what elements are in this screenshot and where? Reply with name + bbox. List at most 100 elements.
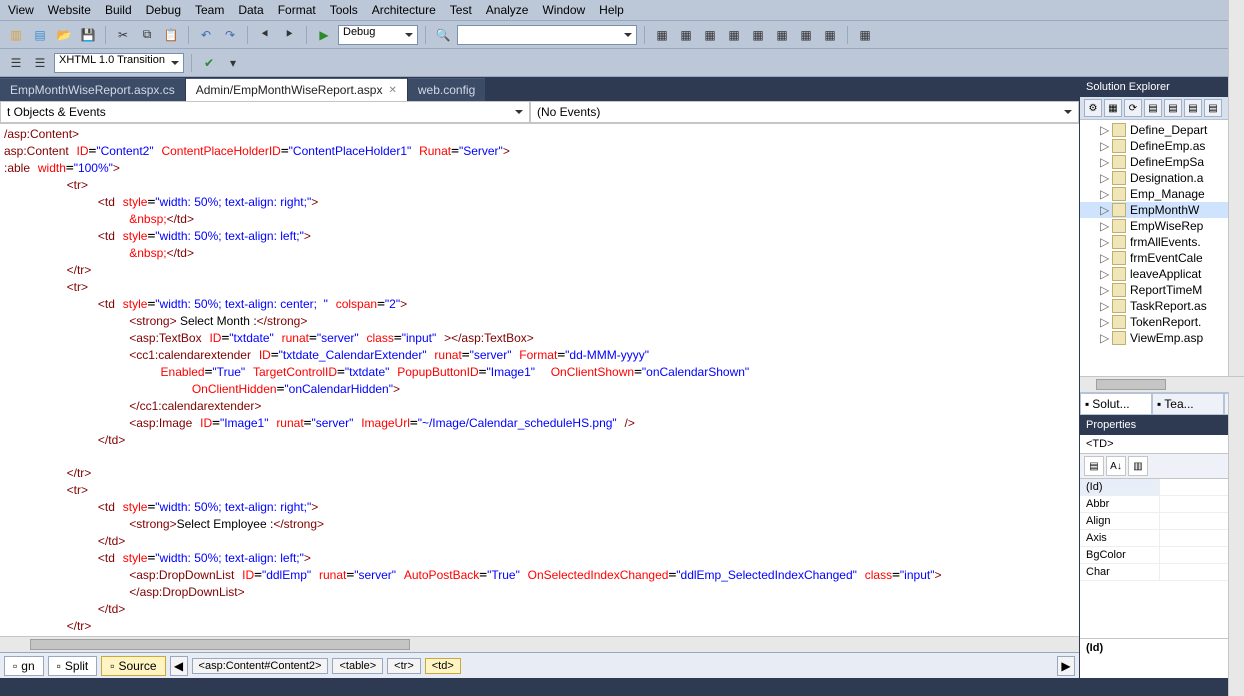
property-row[interactable]: (Id) bbox=[1080, 479, 1244, 496]
solution-item[interactable]: ▷DefineEmpSa bbox=[1080, 154, 1244, 170]
prop-cat-icon[interactable]: ▤ bbox=[1084, 456, 1104, 476]
solution-item[interactable]: ▷Designation.a bbox=[1080, 170, 1244, 186]
tab-file[interactable]: web.config bbox=[408, 78, 485, 101]
format-inline-icon[interactable]: ☰ bbox=[30, 53, 50, 73]
properties-list[interactable]: (Id)AbbrAlignAxisBgColorChar bbox=[1080, 479, 1244, 638]
solution-item[interactable]: ▷frmAllEvents. bbox=[1080, 234, 1244, 250]
property-row[interactable]: Char bbox=[1080, 564, 1244, 581]
crumb-prev[interactable]: ◀ bbox=[170, 656, 188, 676]
member-bar: t Objects & Events (No Events) bbox=[0, 101, 1079, 124]
menu-test[interactable]: Test bbox=[450, 3, 472, 17]
nav-fwd-icon[interactable]: ⯈ bbox=[279, 25, 299, 45]
tbx6-icon[interactable]: ▦ bbox=[772, 25, 792, 45]
view-mode-split[interactable]: ▫Split bbox=[48, 656, 98, 676]
menu-data[interactable]: Data bbox=[238, 3, 263, 17]
menu-debug[interactable]: Debug bbox=[146, 3, 181, 17]
find-combo[interactable] bbox=[457, 25, 637, 45]
menu-view[interactable]: View bbox=[8, 3, 34, 17]
menu-analyze[interactable]: Analyze bbox=[486, 3, 529, 17]
redo-icon[interactable]: ↷ bbox=[220, 25, 240, 45]
find-icon[interactable]: 🔍 bbox=[433, 25, 453, 45]
sol-hscroll[interactable] bbox=[1080, 376, 1244, 392]
solution-item[interactable]: ▷ReportTimeM bbox=[1080, 282, 1244, 298]
save-icon[interactable]: 💾 bbox=[78, 25, 98, 45]
sol-nest-icon[interactable]: ▤ bbox=[1144, 99, 1162, 117]
solution-item[interactable]: ▷leaveApplicat bbox=[1080, 266, 1244, 282]
tbx7-icon[interactable]: ▦ bbox=[796, 25, 816, 45]
menu-help[interactable]: Help bbox=[599, 3, 624, 17]
breadcrumb-item[interactable]: <td> bbox=[425, 658, 461, 674]
open-icon[interactable]: 📂 bbox=[54, 25, 74, 45]
property-row[interactable]: BgColor bbox=[1080, 547, 1244, 564]
tbx8-icon[interactable]: ▦ bbox=[820, 25, 840, 45]
sol-viewcode-icon[interactable]: ▤ bbox=[1164, 99, 1182, 117]
property-row[interactable]: Axis bbox=[1080, 530, 1244, 547]
dropdown-icon[interactable]: ▾ bbox=[223, 53, 243, 73]
menu-website[interactable]: Website bbox=[48, 3, 91, 17]
menu-format[interactable]: Format bbox=[278, 3, 316, 17]
property-row[interactable]: Align bbox=[1080, 513, 1244, 530]
solution-item[interactable]: ▷TokenReport. bbox=[1080, 314, 1244, 330]
sol-copy-icon[interactable]: ▤ bbox=[1204, 99, 1222, 117]
tbx2-icon[interactable]: ▦ bbox=[676, 25, 696, 45]
breadcrumb-item[interactable]: <tr> bbox=[387, 658, 421, 674]
code-editor[interactable]: /asp:Content> asp:Content ID="Content2" … bbox=[0, 124, 1079, 636]
sol-refresh-icon[interactable]: ⟳ bbox=[1124, 99, 1142, 117]
property-row[interactable]: Abbr bbox=[1080, 496, 1244, 513]
breadcrumb-item[interactable]: <asp:Content#Content2> bbox=[192, 658, 329, 674]
panel-tab[interactable]: ▪Solut... bbox=[1080, 393, 1152, 415]
undo-icon[interactable]: ↶ bbox=[196, 25, 216, 45]
start-icon[interactable]: ▶ bbox=[314, 25, 334, 45]
properties-object[interactable]: <TD> bbox=[1080, 435, 1244, 454]
tbx5-icon[interactable]: ▦ bbox=[748, 25, 768, 45]
menu-architecture[interactable]: Architecture bbox=[372, 3, 436, 17]
menu-build[interactable]: Build bbox=[105, 3, 132, 17]
validate-icon[interactable]: ✔ bbox=[199, 53, 219, 73]
tab-file[interactable]: Admin/EmpMonthWiseReport.aspx✕ bbox=[186, 78, 407, 101]
vscrollbar[interactable] bbox=[1228, 0, 1244, 696]
solution-item[interactable]: ▷EmpWiseRep bbox=[1080, 218, 1244, 234]
paste-icon[interactable]: 📋 bbox=[161, 25, 181, 45]
view-mode-gn[interactable]: ▫gn bbox=[4, 656, 44, 676]
menu-window[interactable]: Window bbox=[542, 3, 585, 17]
right-panels: Solution Explorer ⚙ ▦ ⟳ ▤ ▤ ▤ ▤ ▷Define_… bbox=[1079, 77, 1244, 678]
prop-pages-icon[interactable]: ▥ bbox=[1128, 456, 1148, 476]
solution-tree[interactable]: ▷Define_Depart▷DefineEmp.as▷DefineEmpSa▷… bbox=[1080, 120, 1244, 376]
solution-item[interactable]: ▷Emp_Manage bbox=[1080, 186, 1244, 202]
solution-item[interactable]: ▷frmEventCale bbox=[1080, 250, 1244, 266]
objects-dropdown[interactable]: t Objects & Events bbox=[0, 101, 530, 123]
sol-showall-icon[interactable]: ▦ bbox=[1104, 99, 1122, 117]
new-project-icon[interactable]: ▥ bbox=[6, 25, 26, 45]
prop-az-icon[interactable]: A↓ bbox=[1106, 456, 1126, 476]
properties-title: Properties bbox=[1080, 415, 1244, 435]
solution-item[interactable]: ▷ViewEmp.asp bbox=[1080, 330, 1244, 346]
solution-item[interactable]: ▷TaskReport.as bbox=[1080, 298, 1244, 314]
menu-tools[interactable]: Tools bbox=[330, 3, 358, 17]
copy-icon[interactable]: ⧉ bbox=[137, 25, 157, 45]
solution-item[interactable]: ▷EmpMonthW bbox=[1080, 202, 1244, 218]
nav-back-icon[interactable]: ⯇ bbox=[255, 25, 275, 45]
view-mode-source[interactable]: ▫Source bbox=[101, 656, 165, 676]
close-icon[interactable]: ✕ bbox=[388, 85, 396, 96]
events-dropdown[interactable]: (No Events) bbox=[530, 101, 1079, 123]
crumb-next[interactable]: ▶ bbox=[1057, 656, 1075, 676]
tbx4-icon[interactable]: ▦ bbox=[724, 25, 744, 45]
sol-viewdesign-icon[interactable]: ▤ bbox=[1184, 99, 1202, 117]
format-block-icon[interactable]: ☰ bbox=[6, 53, 26, 73]
tbx9-icon[interactable]: ▦ bbox=[855, 25, 875, 45]
breadcrumb-item[interactable]: <table> bbox=[332, 658, 383, 674]
panel-tab[interactable]: ▪Tea... bbox=[1152, 393, 1224, 415]
solution-item[interactable]: ▷Define_Depart bbox=[1080, 122, 1244, 138]
config-combo[interactable]: Debug bbox=[338, 25, 418, 45]
add-item-icon[interactable]: ▤ bbox=[30, 25, 50, 45]
menu-team[interactable]: Team bbox=[195, 3, 224, 17]
tab-file[interactable]: EmpMonthWiseReport.aspx.cs bbox=[0, 78, 185, 101]
main-area: EmpMonthWiseReport.aspx.csAdmin/EmpMonth… bbox=[0, 77, 1244, 678]
sol-prop-icon[interactable]: ⚙ bbox=[1084, 99, 1102, 117]
tbx3-icon[interactable]: ▦ bbox=[700, 25, 720, 45]
tbx1-icon[interactable]: ▦ bbox=[652, 25, 672, 45]
hscrollbar[interactable] bbox=[0, 636, 1079, 652]
doctype-combo[interactable]: XHTML 1.0 Transition bbox=[54, 53, 184, 73]
solution-item[interactable]: ▷DefineEmp.as bbox=[1080, 138, 1244, 154]
cut-icon[interactable]: ✂ bbox=[113, 25, 133, 45]
